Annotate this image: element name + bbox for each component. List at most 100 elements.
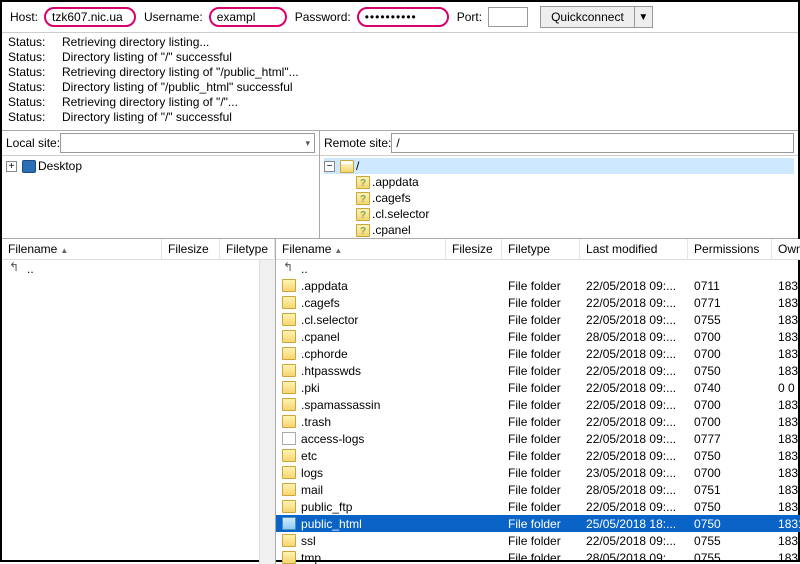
port-input[interactable] — [488, 7, 528, 27]
last-modified: 28/05/2018 09:... — [580, 330, 688, 344]
scrollbar[interactable] — [259, 260, 275, 564]
list-item[interactable]: public_ftpFile folder22/05/2018 09:...07… — [276, 498, 800, 515]
list-item[interactable]: .pkiFile folder22/05/2018 09:...07400 0 — [276, 379, 800, 396]
connection-bar: Host: Username: Password: Port: Quickcon… — [2, 2, 798, 33]
list-item[interactable]: .htpasswdsFile folder22/05/2018 09:...07… — [276, 362, 800, 379]
local-tree-pane: Local site: ▾ + Desktop — [2, 131, 320, 238]
list-item[interactable]: sslFile folder22/05/2018 09:...07551831 … — [276, 532, 800, 549]
tree-node-label: Desktop — [38, 158, 82, 174]
quickconnect-dropdown[interactable]: ▼ — [635, 6, 653, 28]
list-item[interactable]: .cagefsFile folder22/05/2018 09:...07711… — [276, 294, 800, 311]
last-modified: 22/05/2018 09:... — [580, 500, 688, 514]
permissions: 0740 — [688, 381, 772, 395]
filename: .trash — [301, 415, 331, 429]
list-item[interactable]: .cphordeFile folder22/05/2018 09:...0700… — [276, 345, 800, 362]
filename: mail — [301, 483, 323, 497]
folder-icon — [282, 279, 296, 292]
remote-tree[interactable]: −/.appdata.cagefs.cl.selector.cpanel.cph… — [320, 156, 798, 238]
host-input[interactable] — [44, 7, 136, 27]
tree-node[interactable]: −/ — [324, 158, 794, 174]
tree-node[interactable]: .cl.selector — [324, 206, 794, 222]
list-item[interactable]: access-logsFile folder22/05/2018 09:...0… — [276, 430, 800, 447]
list-item[interactable]: logsFile folder23/05/2018 09:...07001831… — [276, 464, 800, 481]
remote-file-list[interactable]: ...appdataFile folder22/05/2018 09:...07… — [276, 260, 800, 564]
file-icon — [282, 432, 296, 445]
filetype: File folder — [502, 313, 580, 327]
filename: .pki — [301, 381, 320, 395]
filetype: File folder — [502, 517, 580, 531]
local-list-header[interactable]: Filename▲ Filesize Filetype — [2, 239, 275, 260]
folder-unknown-icon — [356, 224, 370, 237]
folder-icon — [282, 381, 296, 394]
list-item[interactable]: .trashFile folder22/05/2018 09:...070018… — [276, 413, 800, 430]
col-filesize[interactable]: Filesize — [446, 239, 502, 259]
remote-list-header[interactable]: Filename▲ Filesize Filetype Last modifie… — [276, 239, 800, 260]
list-item[interactable]: mailFile folder28/05/2018 09:...07511831… — [276, 481, 800, 498]
username-input[interactable] — [209, 7, 287, 27]
list-item[interactable]: .. — [276, 260, 800, 277]
password-input[interactable] — [357, 7, 449, 27]
folder-icon — [282, 534, 296, 547]
filename: .cagefs — [301, 296, 340, 310]
local-file-list[interactable]: .. — [2, 260, 275, 564]
remote-site-input[interactable] — [391, 133, 794, 153]
owner-group: 0 0 — [772, 381, 800, 395]
last-modified: 22/05/2018 09:... — [580, 279, 688, 293]
owner-group: 1831 1832 — [772, 500, 800, 514]
filetype: File folder — [502, 466, 580, 480]
filetype: File folder — [502, 296, 580, 310]
port-label: Port: — [457, 10, 482, 24]
local-site-combo[interactable]: ▾ — [60, 133, 315, 153]
list-item[interactable]: .spamassassinFile folder22/05/2018 09:..… — [276, 396, 800, 413]
permissions: 0700 — [688, 330, 772, 344]
list-item[interactable]: .. — [2, 260, 259, 277]
list-item[interactable]: etcFile folder22/05/2018 09:...07501831 … — [276, 447, 800, 464]
local-site-label: Local site: — [6, 136, 60, 150]
owner-group: 1831 1832 — [772, 330, 800, 344]
col-permissions[interactable]: Permissions — [688, 239, 772, 259]
tree-node[interactable]: .appdata — [324, 174, 794, 190]
tree-node[interactable]: .cagefs — [324, 190, 794, 206]
permissions: 0750 — [688, 449, 772, 463]
collapse-icon[interactable]: − — [324, 161, 335, 172]
col-filesize[interactable]: Filesize — [162, 239, 220, 259]
remote-site-label: Remote site: — [324, 136, 391, 150]
quickconnect-button[interactable]: Quickconnect — [540, 6, 635, 28]
col-filename: Filename▲ — [2, 239, 162, 259]
local-tree[interactable]: + Desktop — [2, 156, 319, 238]
folder-open-icon — [340, 160, 354, 173]
list-item[interactable]: .cl.selectorFile folder22/05/2018 09:...… — [276, 311, 800, 328]
filename: ssl — [301, 534, 316, 548]
filetype: File folder — [502, 330, 580, 344]
expand-icon[interactable]: + — [6, 161, 17, 172]
folder-icon — [282, 347, 296, 360]
last-modified: 22/05/2018 09:... — [580, 347, 688, 361]
status-log: Status:Retrieving directory listing...St… — [2, 33, 798, 131]
permissions: 0700 — [688, 347, 772, 361]
filename: access-logs — [301, 432, 364, 446]
folder-sel-icon — [282, 517, 296, 530]
permissions: 0700 — [688, 415, 772, 429]
sort-asc-icon: ▲ — [60, 246, 68, 255]
filetype: File folder — [502, 415, 580, 429]
quickconnect-group: Quickconnect ▼ — [540, 6, 653, 28]
filetype: File folder — [502, 364, 580, 378]
col-last-modified[interactable]: Last modified — [580, 239, 688, 259]
folder-icon — [282, 551, 296, 564]
folder-icon — [282, 398, 296, 411]
col-filetype[interactable]: Filetype — [220, 239, 275, 259]
last-modified: 22/05/2018 09:... — [580, 296, 688, 310]
folder-unknown-icon — [356, 192, 370, 205]
filename: logs — [301, 466, 323, 480]
list-item[interactable]: .cpanelFile folder28/05/2018 09:...07001… — [276, 328, 800, 345]
list-item[interactable]: public_htmlFile folder25/05/2018 18:...0… — [276, 515, 800, 532]
host-label: Host: — [10, 10, 38, 24]
col-owner-group[interactable]: Owner/Gro — [772, 239, 800, 259]
col-filetype[interactable]: Filetype — [502, 239, 580, 259]
tree-node[interactable]: .cpanel — [324, 222, 794, 238]
list-item[interactable]: .appdataFile folder22/05/2018 09:...0711… — [276, 277, 800, 294]
last-modified: 22/05/2018 09:... — [580, 449, 688, 463]
log-label: Status: — [8, 65, 62, 80]
tree-node-label: .cagefs — [372, 190, 411, 206]
owner-group: 1831 1832 — [772, 483, 800, 497]
